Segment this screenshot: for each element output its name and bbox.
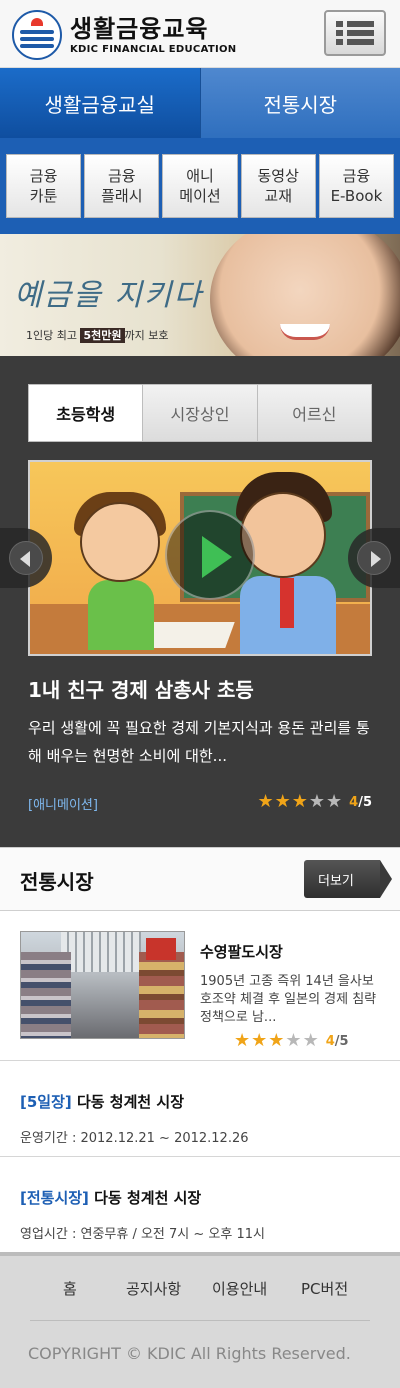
sub-menu-ebook[interactable]: 금융 E-Book [318, 154, 395, 218]
market-rating: ★ ★ ★ ★ ★ 4/5 [234, 1030, 349, 1051]
tab-traditional-market[interactable]: 전통시장 [199, 68, 400, 138]
star-empty-icon: ★ [326, 791, 343, 812]
site-header: 생활금융교육 KDIC FINANCIAL EDUCATION [0, 0, 400, 68]
event-info: 영업시간 : 연중무휴 / 오전 7시 ~ 오후 11시 [20, 1227, 265, 1242]
sub-menu: 금융 카툰 금융 플래시 애니 메이션 동영상 교재 금융 E-Book [0, 138, 400, 234]
tab-elementary[interactable]: 초등학생 [29, 385, 144, 441]
banner-caption: 1인당 최고 5천만원 까지 보호 [26, 328, 169, 343]
logo-title: 생활금융교육 [70, 14, 209, 43]
star-filled-icon: ★ [234, 1030, 251, 1051]
star-filled-icon: ★ [251, 1030, 268, 1051]
audience-tabs: 초등학생 시장상인 어르신 [28, 384, 372, 442]
footer-link-guide[interactable]: 이용안내 [212, 1278, 267, 1299]
list-item[interactable]: [5일장] 다동 청계천 시장 운영기간 : 2012.12.21 ~ 2012… [0, 1061, 400, 1157]
video-rating: ★ ★ ★ ★ ★ 4/5 [257, 791, 372, 812]
video-thumbnail[interactable] [28, 460, 372, 656]
star-filled-icon: ★ [257, 791, 274, 812]
star-filled-icon: ★ [291, 791, 308, 812]
featured-section: 초등학생 시장상인 어르신 1내 친구 경제 삼총사 초등 우리 생활에 꼭 필… [0, 356, 400, 847]
chevron-right-icon [357, 541, 391, 575]
footer-links: 홈 공지사항 이용안내 PC버전 [0, 1278, 400, 1300]
star-filled-icon: ★ [268, 1030, 285, 1051]
video-description: 우리 생활에 꼭 필요한 경제 기본지식과 용돈 관리를 통해 배우는 현명한 … [28, 719, 370, 765]
logo-subtitle: KDIC FINANCIAL EDUCATION [70, 43, 237, 55]
market-feature-item[interactable]: 수영팔도시장 1905년 고종 즉위 14년 을사보호조약 체결 후 일본의 경… [0, 911, 400, 1061]
tab-financial-class[interactable]: 생활금융교실 [0, 68, 200, 138]
kdic-emblem-icon [12, 10, 62, 60]
event-title[interactable]: [전통시장] 다동 청계천 시장 [20, 1187, 201, 1208]
event-info: 운영기간 : 2012.12.21 ~ 2012.12.26 [20, 1131, 249, 1146]
event-title[interactable]: [5일장] 다동 청계천 시장 [20, 1091, 184, 1112]
market-description: 1905년 고종 즉위 14년 을사보호조약 체결 후 일본의 경제 침략 정책… [200, 974, 377, 1025]
footer-divider [30, 1320, 370, 1321]
footer-link-pc-version[interactable]: PC버전 [301, 1278, 348, 1299]
logo[interactable]: 생활금융교육 KDIC FINANCIAL EDUCATION [12, 10, 236, 60]
menu-button[interactable] [324, 10, 386, 56]
banner-title: 예금을 지키다 [14, 278, 204, 313]
tab-merchants[interactable]: 시장상인 [143, 385, 258, 441]
market-section-title: 전통시장 [20, 870, 94, 894]
video-title[interactable]: 1내 친구 경제 삼총사 초등 [28, 674, 254, 703]
footer-link-home[interactable]: 홈 [63, 1278, 77, 1299]
promo-banner[interactable]: 예금을 지키다 1인당 최고 5천만원 까지 보호 [0, 234, 400, 356]
more-button[interactable]: 더보기 [304, 860, 392, 898]
tab-seniors[interactable]: 어르신 [257, 385, 371, 441]
market-photo[interactable] [20, 931, 185, 1039]
sub-menu-cartoon[interactable]: 금융 카툰 [6, 154, 82, 218]
sub-menu-animation[interactable]: 애니 메이션 [162, 154, 238, 218]
sub-menu-flash[interactable]: 금융 플래시 [84, 154, 160, 218]
chevron-left-icon [9, 541, 43, 575]
main-tabs: 생활금융교실 전통시장 [0, 68, 400, 138]
site-footer: 홈 공지사항 이용안내 PC버전 COPYRIGHT © KDIC All Ri… [0, 1252, 400, 1388]
copyright: COPYRIGHT © KDIC All Rights Reserved. [28, 1344, 351, 1363]
carousel-next-button[interactable] [348, 528, 400, 588]
star-empty-icon: ★ [308, 791, 326, 812]
play-icon[interactable] [165, 510, 255, 600]
sub-menu-video[interactable]: 동영상 교재 [240, 154, 316, 218]
star-empty-icon: ★ [285, 1030, 302, 1051]
video-category-link[interactable]: [애니메이션] [28, 794, 98, 813]
market-section-header: 전통시장 더보기 [0, 847, 400, 911]
star-filled-icon: ★ [274, 791, 291, 812]
list-item[interactable]: [전통시장] 다동 청계천 시장 영업시간 : 연중무휴 / 오전 7시 ~ 오… [0, 1157, 400, 1253]
market-name[interactable]: 수영팔도시장 [200, 941, 283, 962]
footer-link-notice[interactable]: 공지사항 [126, 1278, 181, 1299]
star-empty-icon: ★ [302, 1030, 319, 1051]
